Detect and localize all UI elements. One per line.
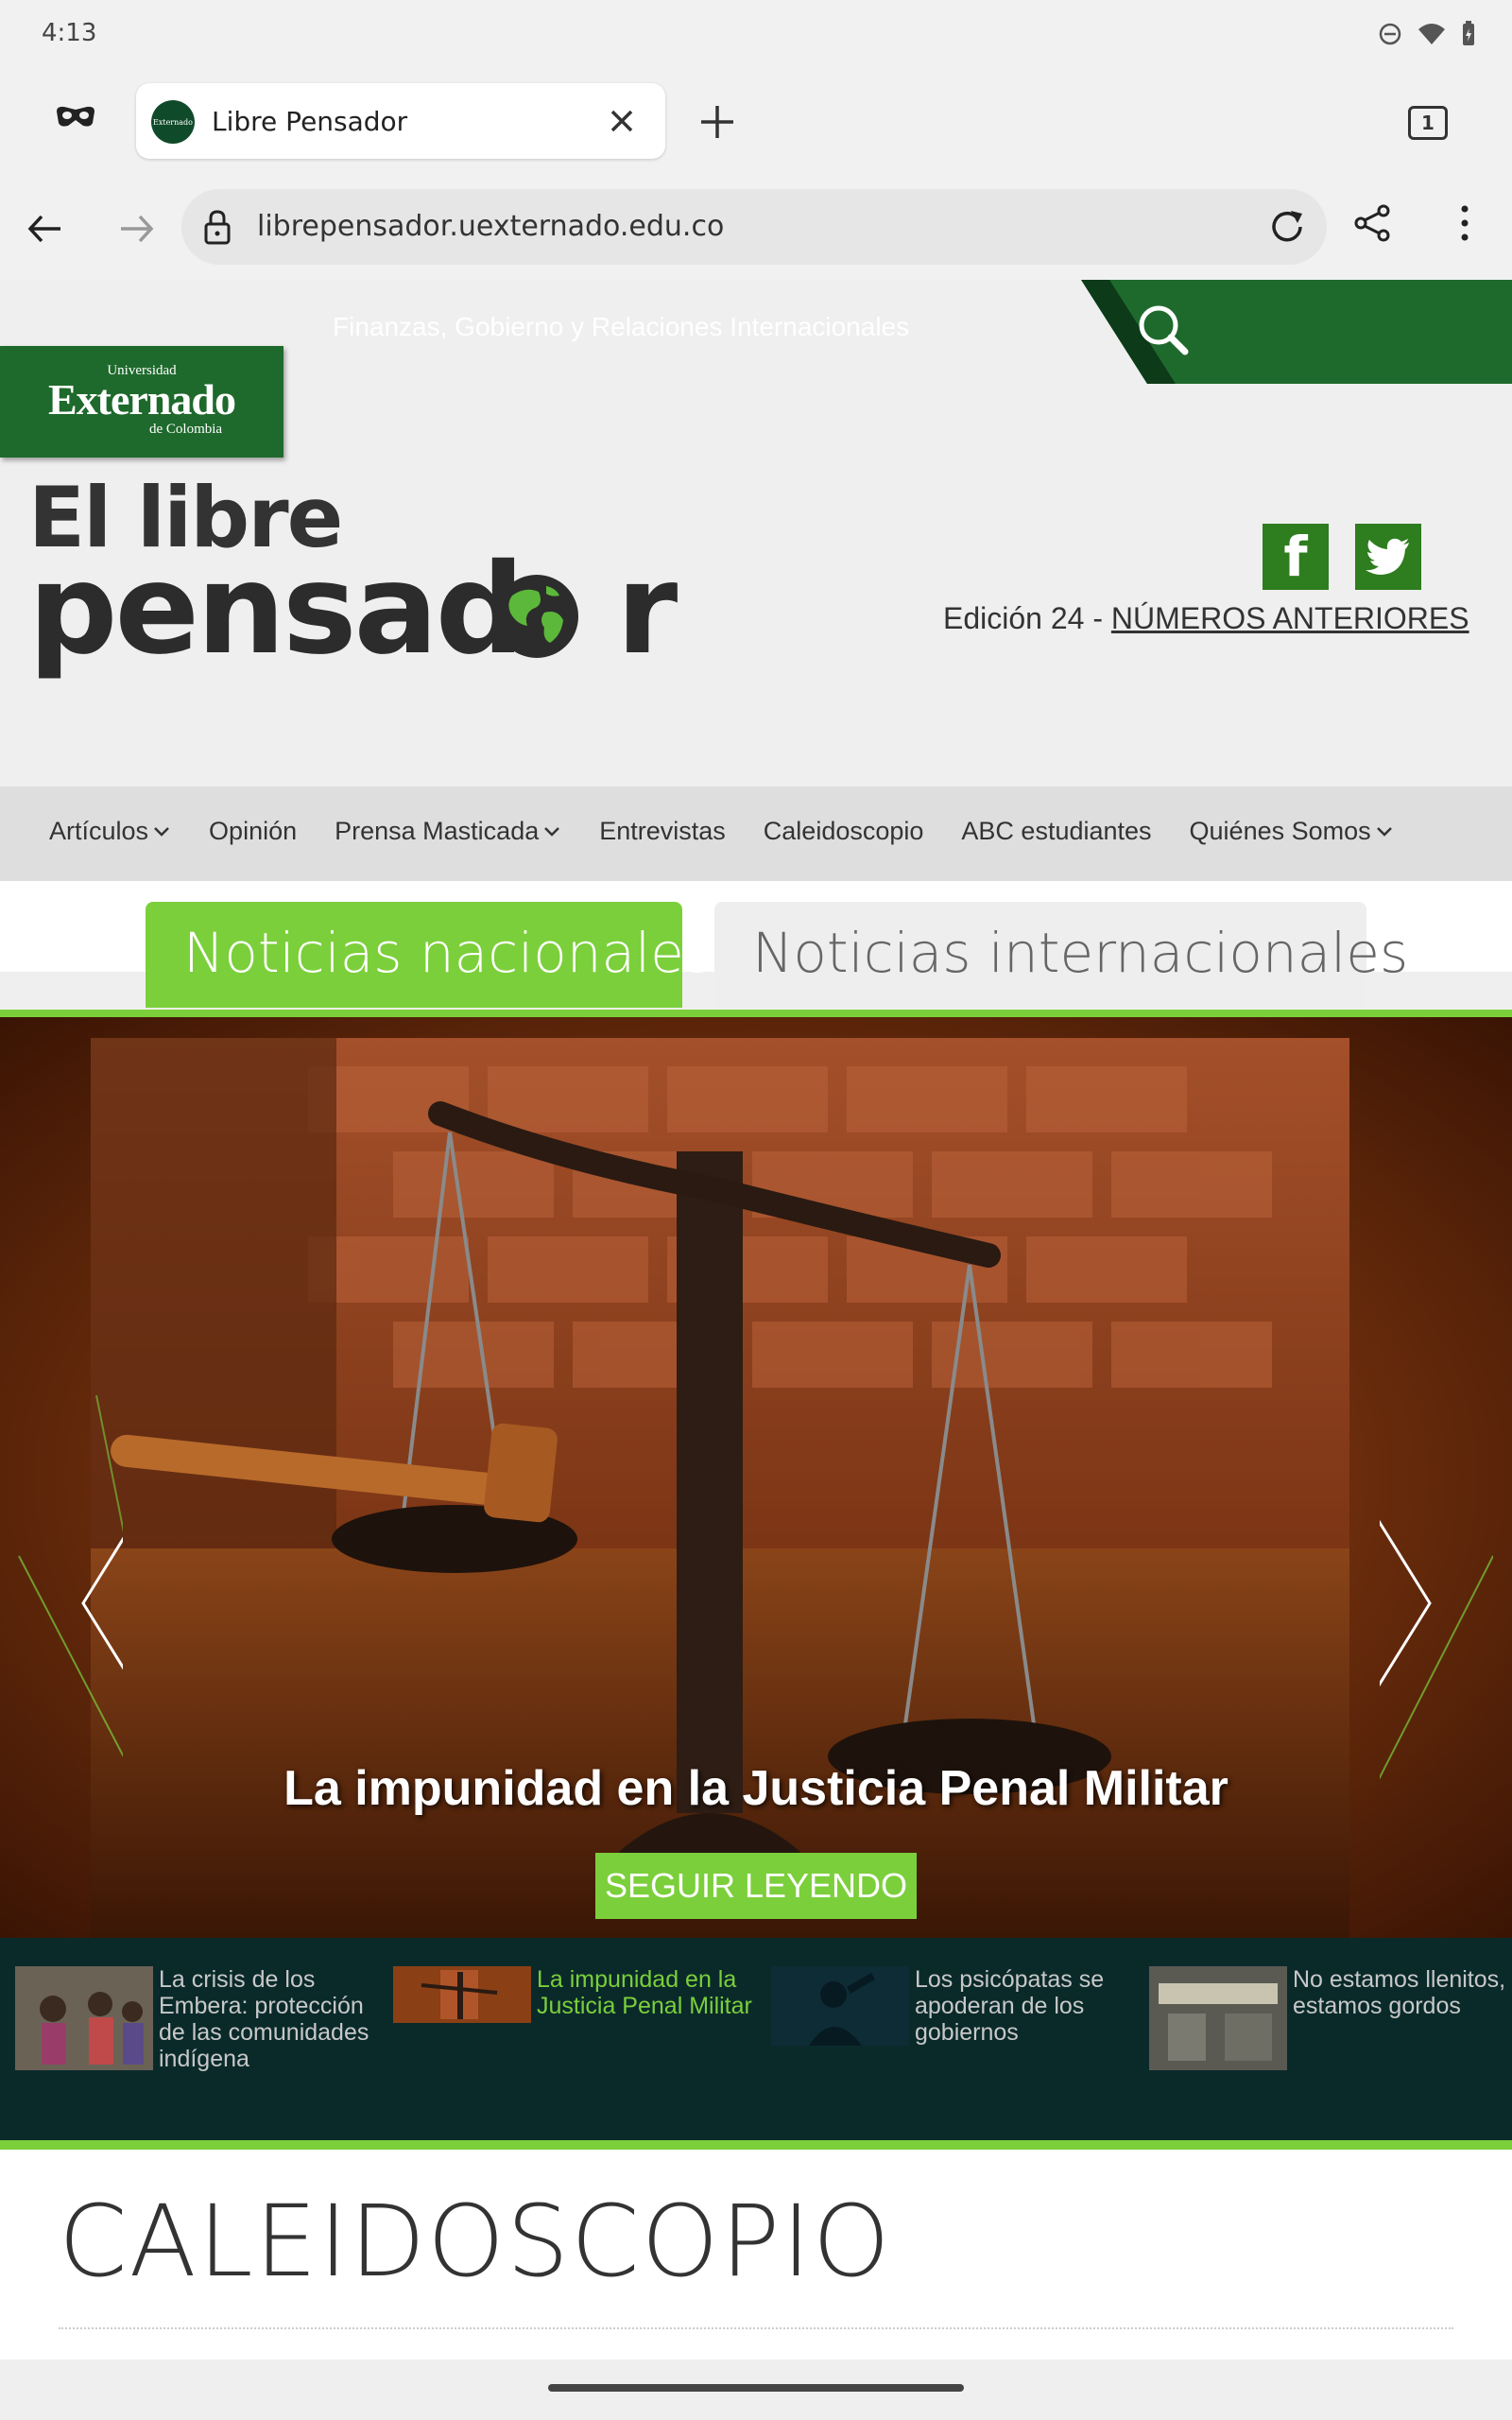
logo-country: de Colombia xyxy=(149,422,223,437)
nav-item-opinión[interactable]: Opinión xyxy=(209,817,297,846)
nav-item-caleidoscopio[interactable]: Caleidoscopio xyxy=(764,817,924,846)
address-bar[interactable]: librepensador.uexternado.edu.co xyxy=(181,189,1327,265)
site-tagline: Finanzas, Gobierno y Relaciones Internac… xyxy=(333,312,910,341)
thumb-item-gordos[interactable]: No estamos llenitos, estamos gordos xyxy=(1149,1966,1512,2070)
nav-item-label: Entrevistas xyxy=(599,817,726,845)
nav-item-label: Prensa Masticada xyxy=(335,817,540,845)
wifi-icon xyxy=(1418,24,1445,44)
share-icon[interactable] xyxy=(1351,202,1393,244)
site-nav-list: Artículos Opinión Prensa Masticada Entrevis… xyxy=(49,817,1394,846)
tab-underline xyxy=(0,1010,1512,1017)
thumb-text: Los psicópatas se apoderan de los gobier… xyxy=(915,1966,1105,2046)
chevron-down-icon xyxy=(1376,826,1392,837)
thumb-text: La crisis de los Embera: protección de l… xyxy=(159,1966,369,2072)
facebook-icon[interactable]: f xyxy=(1263,524,1329,590)
close-tab-icon[interactable] xyxy=(603,102,641,140)
past-issues-link[interactable]: NÚMEROS ANTERIORES xyxy=(1111,601,1469,635)
thumb-item-psicopatas[interactable]: Los psicópatas se apoderan de los gobier… xyxy=(771,1966,1142,2046)
tab-title: Libre Pensador xyxy=(212,106,408,137)
url-text[interactable]: librepensador.uexternado.edu.co xyxy=(257,210,724,243)
section-divider xyxy=(0,2140,1512,2150)
status-bar: 4:13 xyxy=(0,0,1512,68)
thumb-text: La impunidad en la Justicia Penal Milita… xyxy=(537,1966,752,2019)
system-icons xyxy=(1378,21,1476,47)
featured-slider: La impunidad en la Justicia Penal Milita… xyxy=(0,1017,1512,1938)
tab-noticias-internacionales[interactable]: Noticias internacionales xyxy=(714,902,1408,1008)
nav-item-artículos[interactable]: Artículos xyxy=(49,817,171,846)
edition-label: Edición 24 - xyxy=(943,601,1111,635)
slider-prev-icon[interactable] xyxy=(9,1395,123,1938)
chevron-down-icon xyxy=(544,826,560,837)
nav-item-label: Opinión xyxy=(209,817,298,845)
lock-icon xyxy=(204,210,231,245)
browser-tab-strip: Externado Libre Pensador 1 xyxy=(0,68,1512,174)
news-tabs: Noticias nacionales Noticias internacion… xyxy=(0,881,1512,1008)
status-time: 4:13 xyxy=(42,19,97,47)
dotted-rule xyxy=(59,2327,1453,2329)
incognito-icon[interactable] xyxy=(55,104,96,129)
thumb-item-embera[interactable]: La crisis de los Embera: protección de l… xyxy=(15,1966,386,2072)
thumb-item-justicia[interactable]: La impunidad en la Justicia Penal Milita… xyxy=(393,1966,764,2023)
thumb-image-gordos xyxy=(1149,1966,1287,2070)
site-nav: Artículos Opinión Prensa Masticada Entrevis… xyxy=(0,786,1512,881)
search-band[interactable] xyxy=(1081,280,1512,384)
section-heading: CALEIDOSCOPIO xyxy=(59,2184,892,2299)
twitter-icon[interactable] xyxy=(1355,524,1421,590)
tab-switcher-button[interactable]: 1 xyxy=(1408,106,1448,140)
nav-item-abc-estudiantes[interactable]: ABC estudiantes xyxy=(961,817,1151,846)
externado-logo[interactable]: Universidad Externado de Colombia xyxy=(0,346,284,458)
site-favicon: Externado xyxy=(151,100,195,144)
chevron-down-icon xyxy=(154,826,169,837)
slider-thumbnails: La crisis de los Embera: protección de l… xyxy=(0,1938,1512,2140)
gesture-nav-bar xyxy=(0,2360,1512,2420)
nav-item-label: ABC estudiantes xyxy=(961,817,1152,845)
logo-text-main: pensad xyxy=(28,537,524,683)
home-gesture-pill[interactable] xyxy=(548,2384,964,2392)
caleidoscopio-section: CALEIDOSCOPIO xyxy=(0,2150,1512,2363)
edition-info: Edición 24 - NÚMEROS ANTERIORES xyxy=(943,601,1469,636)
browser-toolbar: librepensador.uexternado.edu.co xyxy=(0,174,1512,280)
nav-item-label: Caleidoscopio xyxy=(763,817,924,845)
thumb-text: No estamos llenitos, estamos gordos xyxy=(1293,1966,1506,2019)
overflow-menu-icon[interactable] xyxy=(1455,202,1474,244)
new-tab-icon[interactable] xyxy=(696,100,739,144)
thumb-image-psicopatas xyxy=(771,1966,909,2046)
nav-item-label: Quiénes Somos xyxy=(1189,817,1371,845)
browser-tab-active[interactable]: Externado Libre Pensador xyxy=(136,83,665,159)
tab-noticias-nacionales[interactable]: Noticias nacionales xyxy=(146,902,713,1008)
do-not-disturb-icon xyxy=(1379,23,1401,45)
logo-text-tail: r xyxy=(616,537,678,683)
web-page: Finanzas, Gobierno y Relaciones Internac… xyxy=(0,280,1512,2363)
forward-arrow-icon[interactable] xyxy=(113,206,159,251)
nav-item-label: Artículos xyxy=(49,817,149,845)
back-arrow-icon[interactable] xyxy=(23,206,68,251)
reload-icon[interactable] xyxy=(1266,206,1308,248)
thumb-image-embera xyxy=(15,1966,153,2070)
thumb-image-justicia xyxy=(393,1966,531,2023)
slide-headline[interactable]: La impunidad en la Justicia Penal Milita… xyxy=(0,1760,1512,1817)
nav-item-prensa-masticada[interactable]: Prensa Masticada xyxy=(335,817,561,846)
globe-icon xyxy=(495,575,578,658)
slider-next-icon[interactable] xyxy=(1380,1395,1493,1938)
nav-item-entrevistas[interactable]: Entrevistas xyxy=(599,817,726,846)
nav-item-quiénes-somos[interactable]: Quiénes Somos xyxy=(1190,817,1394,846)
battery-icon xyxy=(1463,21,1474,45)
read-more-button[interactable]: SEGUIR LEYENDO xyxy=(595,1853,917,1919)
logo-name: Externado xyxy=(48,375,236,424)
